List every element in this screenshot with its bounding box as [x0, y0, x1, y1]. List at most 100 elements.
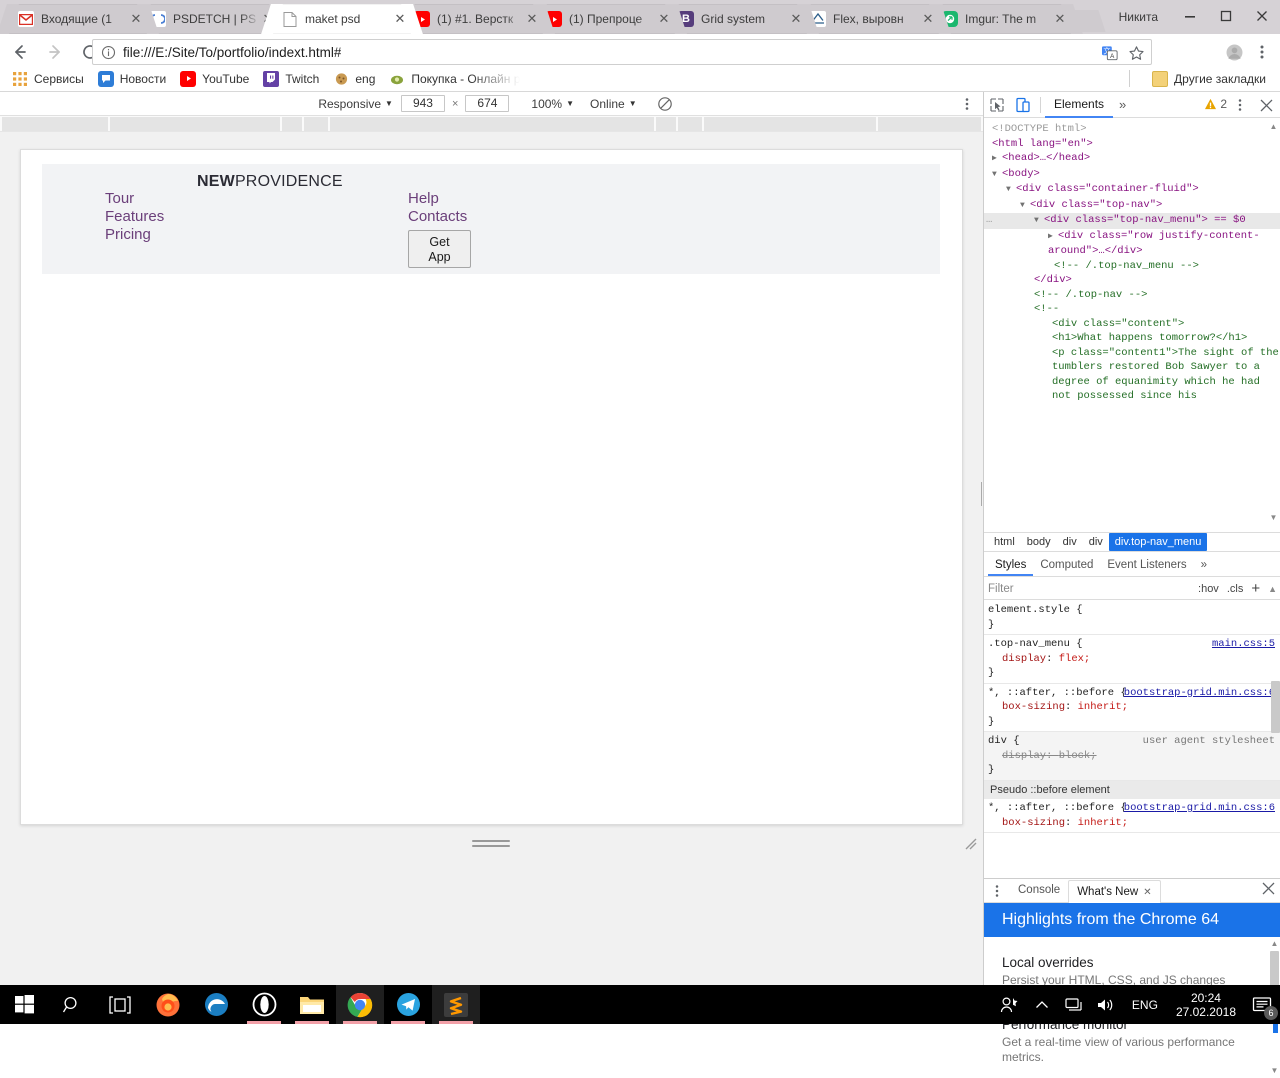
expand-arrow-icon[interactable]: ▶: [1048, 230, 1058, 245]
dom-line[interactable]: <h1>What happens tomorrow?</h1>: [992, 331, 1280, 346]
breadcrumb-item[interactable]: html: [988, 533, 1021, 551]
bookmark-item[interactable]: Покупка - Онлайн р: [385, 68, 528, 90]
devtools-close-icon[interactable]: [1253, 92, 1279, 118]
nav-link[interactable]: Contacts: [408, 208, 467, 226]
whats-new-item[interactable]: Performance monitor Get a real-time view…: [1002, 1017, 1263, 1065]
drawer-tab-console[interactable]: Console: [1010, 879, 1068, 902]
new-style-rule-button[interactable]: +: [1251, 580, 1260, 597]
browser-tab[interactable]: BGrid system✕: [668, 4, 808, 34]
dom-line[interactable]: <!-- /.top-nav -->: [992, 288, 1280, 303]
browser-tab[interactable]: (1) #1. Верстк✕: [404, 4, 544, 34]
drawer-menu-icon[interactable]: [984, 878, 1010, 904]
scroll-up-arrow-icon[interactable]: ▲: [1268, 584, 1277, 594]
style-rule[interactable]: bootstrap-grid.min.css:6 *, ::after, ::b…: [984, 684, 1280, 733]
nav-link[interactable]: Help: [408, 190, 467, 208]
browser-tab[interactable]: Flex, выровн✕: [800, 4, 940, 34]
profile-avatar-icon[interactable]: [1220, 39, 1248, 65]
scroll-up-arrow-icon[interactable]: ▲: [1269, 122, 1278, 131]
file-explorer-taskbar-button[interactable]: [288, 985, 336, 1024]
expand-arrow-icon[interactable]: ▶: [992, 152, 1002, 167]
page-info-icon[interactable]: [99, 43, 117, 61]
nav-link[interactable]: Tour: [105, 190, 164, 208]
style-rule[interactable]: bootstrap-grid.min.css:6 *, ::after, ::b…: [984, 799, 1280, 833]
style-declaration[interactable]: display: flex;: [988, 652, 1275, 667]
inspect-element-icon[interactable]: [984, 92, 1010, 118]
dom-line[interactable]: <!DOCTYPE html>: [992, 122, 1280, 137]
style-declaration[interactable]: box-sizing: inherit;: [988, 700, 1275, 715]
dom-tree[interactable]: <!DOCTYPE html> <html lang="en"> ▶<head>…: [984, 118, 1280, 529]
dom-ellipsis-button[interactable]: …: [986, 213, 993, 228]
viewport-resize-handle-vertical[interactable]: [472, 837, 510, 847]
back-button[interactable]: [5, 37, 35, 67]
dom-line[interactable]: ▼<div class="container-fluid">: [992, 182, 1280, 198]
style-rule[interactable]: user agent stylesheet div { display: blo…: [984, 732, 1280, 781]
sublime-text-taskbar-button[interactable]: [432, 985, 480, 1024]
network-icon[interactable]: [1058, 985, 1090, 1024]
bookmark-item[interactable]: YouTube: [176, 68, 257, 90]
translate-icon[interactable]: 文A: [1099, 42, 1121, 64]
drawer-tab-whats-new[interactable]: What's New✕: [1068, 880, 1160, 904]
collapse-arrow-icon[interactable]: ▼: [992, 168, 1002, 183]
dom-line[interactable]: <p class="content1">The sight of the tum…: [992, 346, 1280, 404]
people-icon[interactable]: [994, 985, 1026, 1024]
tab-close-icon[interactable]: ✕: [656, 11, 672, 27]
dom-line-selected[interactable]: … ▼<div class="top-nav_menu"> == $0: [984, 213, 1280, 229]
styles-pane[interactable]: element.style { } main.css:5 .top-nav_me…: [984, 601, 1280, 878]
address-bar[interactable]: file:///E:/Site/To/portfolio/indext.html…: [92, 39, 1152, 65]
style-declaration[interactable]: display: block;: [988, 749, 1275, 764]
browser-tab[interactable]: Входящие (1✕: [8, 4, 148, 34]
tab-close-icon[interactable]: ✕: [788, 11, 804, 27]
close-icon[interactable]: ✕: [1143, 887, 1151, 898]
search-button[interactable]: [48, 985, 96, 1024]
zoom-select[interactable]: 100% ▼: [523, 97, 582, 111]
toggle-device-toolbar-icon[interactable]: [1010, 92, 1036, 118]
style-rule-source[interactable]: bootstrap-grid.min.css:6: [1124, 686, 1275, 701]
device-select[interactable]: Responsive ▼: [310, 97, 401, 111]
style-declaration[interactable]: box-sizing: inherit;: [988, 816, 1275, 831]
chrome-menu-icon[interactable]: [1248, 39, 1276, 65]
browser-tab[interactable]: (1) Препроце✕: [536, 4, 676, 34]
device-width-input[interactable]: 943: [401, 95, 445, 112]
tab-computed[interactable]: Computed: [1033, 554, 1100, 576]
browser-tab[interactable]: PSDETCH | PS✕: [140, 4, 280, 34]
style-rule-source[interactable]: main.css:5: [1212, 637, 1275, 652]
tab-event-listeners[interactable]: Event Listeners: [1100, 554, 1193, 576]
page-viewport[interactable]: NEWPROVIDENCE TourFeaturesPricing HelpCo…: [20, 149, 963, 825]
telegram-taskbar-button[interactable]: [384, 985, 432, 1024]
star-icon[interactable]: [1125, 42, 1147, 64]
bookmark-item[interactable]: Сервисы: [8, 68, 92, 90]
scroll-down-arrow-icon[interactable]: ▼: [1269, 513, 1278, 522]
task-view-button[interactable]: [96, 985, 144, 1024]
tab-styles[interactable]: Styles: [988, 554, 1033, 576]
dom-tree-scrollbar[interactable]: ▲ ▼: [1269, 122, 1278, 522]
devtools-menu-icon[interactable]: [1227, 92, 1253, 118]
bookmark-item[interactable]: Новости: [94, 68, 174, 90]
nav-link[interactable]: Pricing: [105, 226, 164, 244]
dom-line[interactable]: ▶<div class="row justify-content-around"…: [992, 229, 1280, 259]
style-rule-source[interactable]: bootstrap-grid.min.css:6: [1124, 801, 1275, 816]
browser-tab[interactable]: Imgur: The m✕: [932, 4, 1072, 34]
style-rule[interactable]: element.style { }: [984, 601, 1280, 635]
maximize-button[interactable]: [1208, 0, 1244, 32]
browser-tab[interactable]: maket psd✕: [272, 4, 412, 34]
device-ruler[interactable]: [0, 116, 983, 132]
tab-close-icon[interactable]: ✕: [128, 11, 144, 27]
network-throttle-select[interactable]: Online ▼: [582, 97, 645, 111]
scroll-down-arrow-icon[interactable]: ▼: [1270, 1066, 1279, 1075]
breadcrumb-item[interactable]: body: [1021, 533, 1057, 551]
close-button[interactable]: [1244, 0, 1280, 32]
collapse-arrow-icon[interactable]: ▼: [1020, 199, 1030, 214]
minimize-button[interactable]: [1172, 0, 1208, 32]
get-app-button[interactable]: Get App: [408, 230, 471, 268]
device-menu-icon[interactable]: [959, 96, 975, 112]
more-panels-chevron-icon[interactable]: »: [1194, 554, 1214, 576]
opera-taskbar-button[interactable]: [240, 985, 288, 1024]
viewport-resize-handle-corner[interactable]: [962, 835, 978, 851]
dom-line[interactable]: <!--: [992, 302, 1280, 317]
bookmark-item[interactable]: Twitch: [259, 68, 327, 90]
dom-line[interactable]: <!-- /.top-nav_menu -->: [992, 259, 1280, 274]
dom-line[interactable]: </div>: [992, 273, 1280, 288]
edge-taskbar-button[interactable]: [192, 985, 240, 1024]
volume-icon[interactable]: [1090, 985, 1122, 1024]
tab-close-icon[interactable]: ✕: [1052, 11, 1068, 27]
